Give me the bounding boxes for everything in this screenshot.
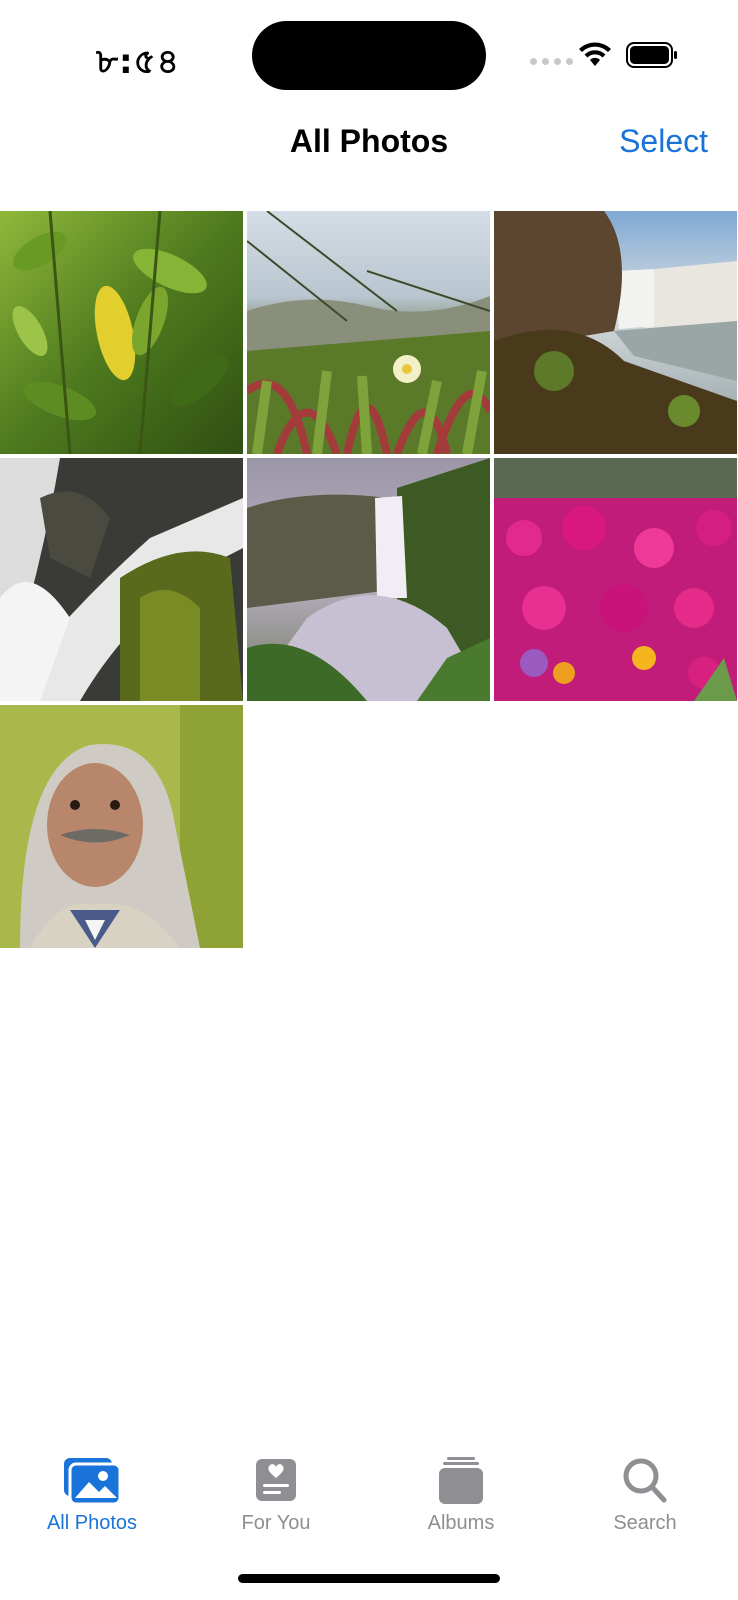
tab-bar: All Photos For You Albums Search	[0, 1440, 738, 1550]
signal-icon	[530, 58, 573, 65]
man-portrait-photo[interactable]	[0, 705, 243, 948]
select-button[interactable]: Select	[619, 123, 708, 160]
green-leaves-photo[interactable]	[0, 211, 243, 454]
search-icon	[623, 1458, 667, 1503]
status-time: ৮:৫৪	[96, 42, 180, 82]
dynamic-island	[252, 21, 486, 90]
tab-search[interactable]: Search	[553, 1440, 737, 1540]
for-you-icon	[256, 1459, 296, 1501]
tab-label: All Photos	[46, 1512, 138, 1534]
misty-waterfall-photo[interactable]	[247, 458, 490, 701]
wifi-icon	[579, 42, 611, 66]
ice-plant-flower-photo[interactable]	[247, 211, 490, 454]
status-bar: ৮:৫৪	[0, 0, 738, 110]
waterfall-cliff-photo[interactable]	[494, 211, 737, 454]
tab-label: Search	[613, 1512, 677, 1534]
photos-icon	[64, 1458, 121, 1506]
tab-albums[interactable]: Albums	[369, 1440, 553, 1540]
waterfall-rocks-photo[interactable]	[0, 458, 243, 701]
albums-icon	[439, 1457, 483, 1504]
home-indicator[interactable]	[238, 1574, 500, 1583]
tab-label: Albums	[427, 1512, 495, 1534]
tab-for-you[interactable]: For You	[184, 1440, 368, 1540]
tab-label: For You	[241, 1512, 311, 1534]
tab-all-photos[interactable]: All Photos	[0, 1440, 184, 1540]
pink-flowers-photo[interactable]	[494, 458, 737, 701]
battery-icon	[626, 42, 677, 68]
